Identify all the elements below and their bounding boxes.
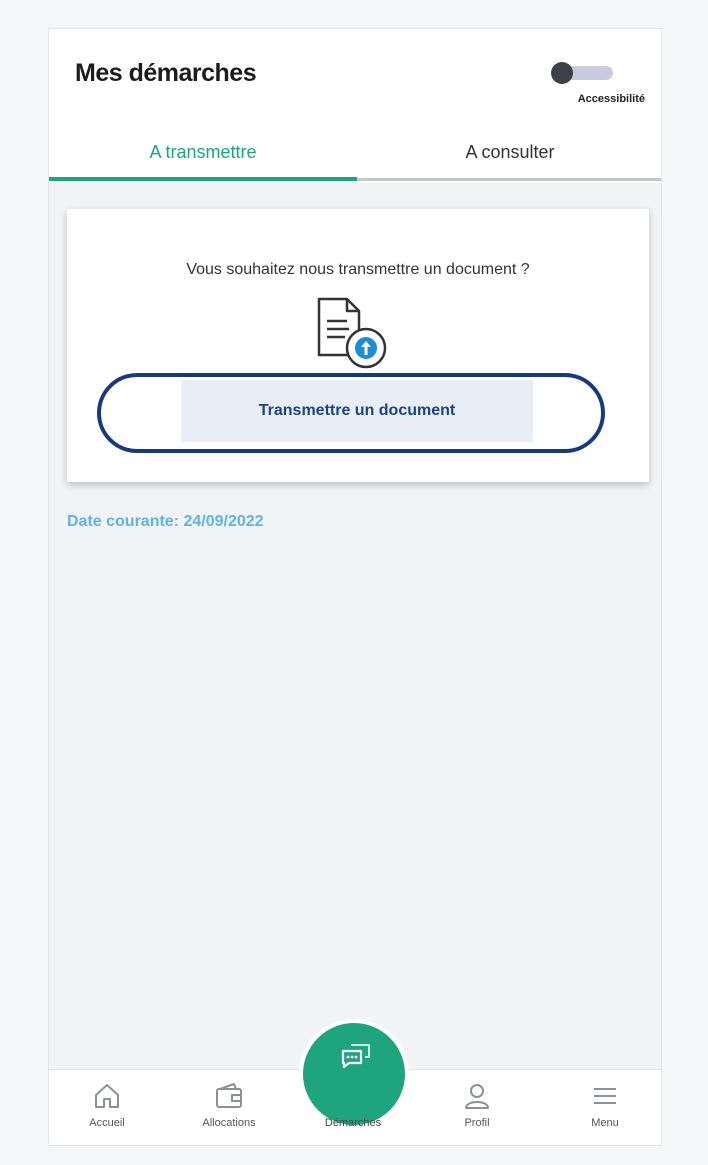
- accessibility-label: Accessibilité: [577, 93, 645, 105]
- tab-a-consulter[interactable]: A consulter: [357, 129, 661, 183]
- hamburger-icon: [594, 1088, 616, 1104]
- active-tab-indicator: [49, 177, 357, 181]
- current-date: Date courante: 24/09/2022: [67, 513, 264, 530]
- nav-label-allocations: Allocations: [202, 1117, 256, 1129]
- document-upload-icon: [317, 297, 387, 369]
- toggle-knob: [551, 62, 573, 84]
- tab-a-transmettre[interactable]: A transmettre: [49, 129, 357, 183]
- transmit-document-button[interactable]: Transmettre un document: [181, 380, 533, 442]
- tab-bar: A transmettre A consulter: [49, 129, 661, 183]
- document-edit-icon: [340, 1082, 367, 1110]
- card-question: Vous souhaitez nous transmettre un docum…: [186, 261, 530, 278]
- header: Mes démarches Accessibilité A transmettr…: [49, 29, 661, 183]
- wallet-icon: [216, 1083, 242, 1108]
- transmit-document-card: Vous souhaitez nous transmettre un docum…: [67, 209, 649, 482]
- accessibility-toggle[interactable]: [551, 62, 615, 84]
- nav-label-menu: Menu: [591, 1117, 619, 1129]
- tab-divider: [357, 178, 661, 181]
- nav-profil[interactable]: Profil: [427, 1073, 527, 1145]
- home-icon: [95, 1084, 119, 1108]
- app-screen: Mes démarches Accessibilité A transmettr…: [48, 28, 662, 1146]
- nav-label-demarches: Démarches: [324, 1117, 382, 1129]
- nav-allocations[interactable]: Allocations: [179, 1073, 279, 1145]
- nav-accueil[interactable]: Accueil: [57, 1073, 157, 1145]
- user-icon: [465, 1084, 489, 1109]
- nav-menu[interactable]: Menu: [555, 1073, 655, 1145]
- page-title: Mes démarches: [75, 59, 257, 87]
- nav-label-accueil: Accueil: [89, 1117, 125, 1129]
- nav-label-profil: Profil: [464, 1117, 490, 1129]
- chat-bubbles-icon: [341, 1044, 370, 1069]
- nav-demarches[interactable]: Démarches: [303, 1073, 403, 1145]
